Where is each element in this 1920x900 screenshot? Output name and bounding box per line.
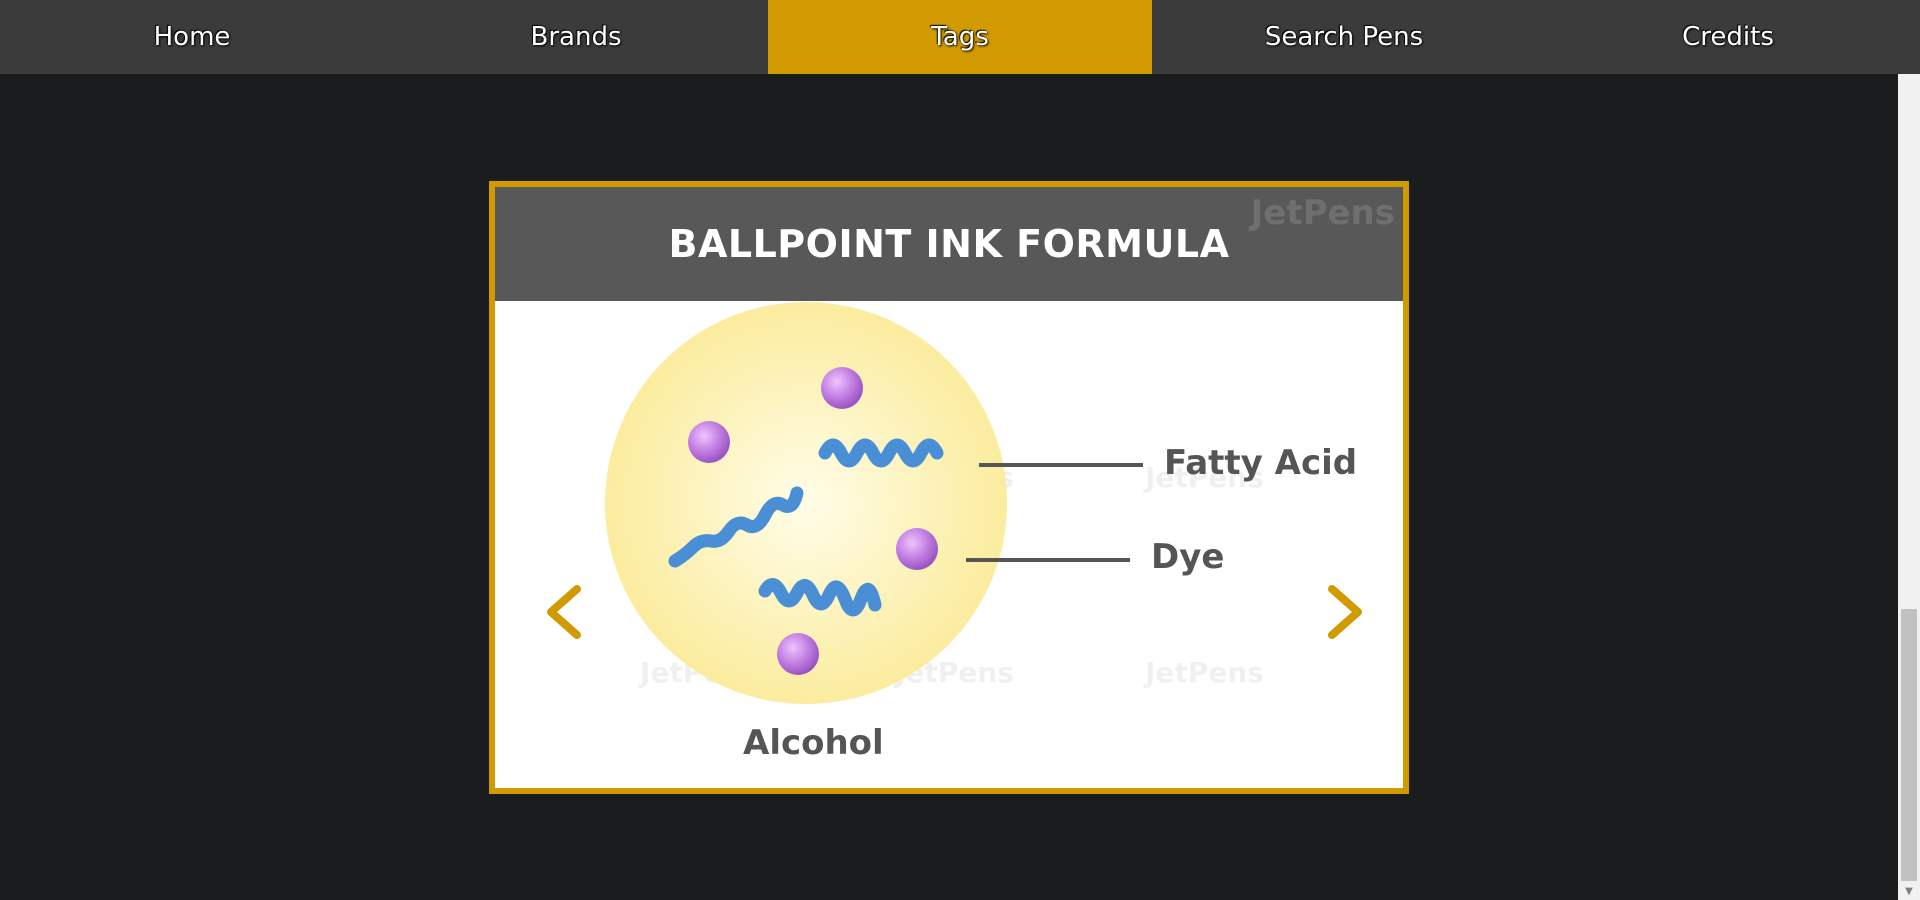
- label-dye: Dye: [1151, 537, 1225, 577]
- dye-molecule: [777, 633, 819, 675]
- scrollbar[interactable]: ▼: [1898, 74, 1920, 900]
- dye-molecule: [896, 528, 938, 570]
- dye-molecule: [688, 421, 730, 463]
- slideshow: BALLPOINT INK FORMULA JetPens JetPens Je…: [489, 181, 1409, 794]
- slide-title: BALLPOINT INK FORMULA: [668, 222, 1230, 266]
- dye-molecule: [821, 367, 863, 409]
- chevron-left-icon[interactable]: [547, 585, 581, 639]
- slide-header: BALLPOINT INK FORMULA JetPens: [495, 187, 1403, 301]
- label-alcohol: Alcohol: [743, 723, 884, 763]
- jetpens-logo: JetPens: [1250, 193, 1395, 233]
- label-fatty-acid: Fatty Acid: [1164, 443, 1358, 483]
- chevron-right-icon[interactable]: [1328, 585, 1362, 639]
- nav-home[interactable]: Home: [0, 0, 384, 74]
- scroll-down-arrow[interactable]: ▼: [1898, 884, 1920, 900]
- nav-brands[interactable]: Brands: [384, 0, 768, 74]
- scrollbar-thumb[interactable]: [1901, 609, 1917, 881]
- ink-diagram-graphic: [547, 302, 1362, 704]
- nav-tags[interactable]: Tags: [768, 0, 1152, 74]
- nav-credits[interactable]: Credits: [1536, 0, 1920, 74]
- main-nav: Home Brands Tags Search Pens Credits: [0, 0, 1920, 74]
- ink-diagram: JetPens JetPens JetPens JetPens JetPens …: [495, 301, 1403, 788]
- nav-search-pens[interactable]: Search Pens: [1152, 0, 1536, 74]
